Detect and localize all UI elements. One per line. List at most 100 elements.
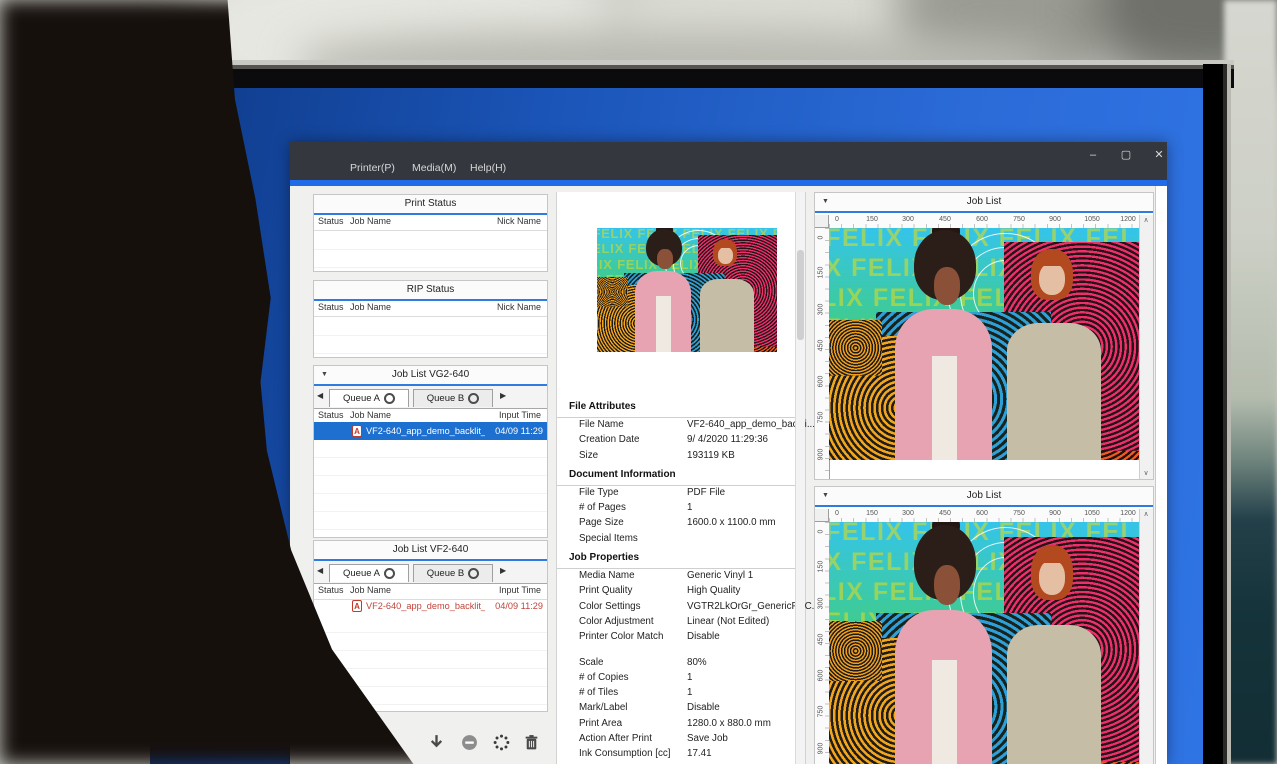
col-input-time: Input Time (499, 410, 541, 420)
col-input-time: Input Time (499, 585, 541, 595)
tab-queue-a-label: Queue A (343, 565, 380, 583)
menu-media[interactable]: Media(M) (412, 162, 456, 174)
window-scrollbar[interactable] (1155, 186, 1167, 764)
rip-status-title: RIP Status (314, 281, 547, 301)
detail-row: Page Size1600.0 x 1100.0 mm (557, 516, 795, 531)
detail-row: Print QualityHigh Quality (557, 584, 795, 599)
vertical-ruler: 0 150 300 450 600 750 900 (815, 228, 830, 479)
job-input-time: 04/09 11:29 (495, 597, 543, 615)
preview-panel-1: ▼ Job List 0 150 300 450 600 750 900 105… (814, 192, 1154, 480)
rip-application-window: Printer(P) Media(M) Help(H) – ▢ ✕ Print … (290, 142, 1167, 764)
detail-row: File NameVF2-640_app_demo_backli... (557, 418, 795, 433)
remove-icon[interactable] (461, 734, 478, 751)
col-nick-name: Nick Name (497, 216, 541, 226)
scrollbar-thumb[interactable] (797, 250, 804, 340)
job-list-vf2-title: Job List VF2-640 (314, 541, 547, 561)
tabs-next-arrow[interactable]: ▶ (500, 391, 506, 400)
preview-1-title: ▼ Job List (815, 193, 1153, 213)
col-job-name: Job Name (350, 302, 391, 312)
scroll-down-icon[interactable]: ∨ (1140, 468, 1152, 479)
job-list-vg2-panel: ▼ Job List VG2-640 ◀ Queue A Queue B ▶ (313, 365, 548, 538)
tabs-prev-arrow[interactable]: ◀ (317, 391, 323, 400)
minimize-button[interactable]: – (1085, 147, 1101, 163)
rip-status-list[interactable] (314, 318, 547, 357)
col-status: Status (318, 410, 344, 420)
tab-queue-a-label: Queue A (343, 390, 380, 408)
rip-status-panel: RIP Status Status Job Name Nick Name (313, 280, 548, 358)
preview-1-title-text: Job List (967, 196, 1001, 207)
queue-status-icon (384, 393, 395, 404)
processing-icon[interactable] (493, 734, 510, 751)
job-list-vg2-title-text: Job List VG2-640 (392, 369, 469, 380)
artwork-people (829, 228, 1142, 460)
preview-2-title: ▼ Job List (815, 487, 1153, 507)
trash-icon[interactable] (523, 734, 540, 751)
collapse-caret-icon[interactable]: ▼ (822, 487, 829, 505)
col-status: Status (318, 302, 344, 312)
col-job-name: Job Name (350, 585, 391, 595)
job-input-time: 04/09 11:29 (495, 422, 543, 440)
tabs-prev-arrow[interactable]: ◀ (317, 566, 323, 575)
window-content: Print Status Status Job Name Nick Name R… (290, 186, 1167, 764)
detail-row: Size193119 KB (557, 449, 795, 464)
detail-row: Action After PrintSave Job (557, 732, 795, 747)
section-file-attributes: File Attributes (557, 401, 795, 418)
detail-row: Scale80% (557, 656, 795, 671)
scroll-up-icon[interactable]: ∧ (1140, 215, 1152, 226)
detail-row: Print Area1280.0 x 880.0 mm (557, 717, 795, 732)
tab-queue-a[interactable]: Queue A (329, 564, 409, 582)
job-name: VF2-640_app_demo_backlit_dp... (366, 597, 485, 615)
monitor-top-bezel (142, 60, 1234, 88)
job-details-panel: FELIX FELIX FELIX FELIX FELIX FELIX FELI… (556, 192, 806, 764)
queue-status-icon (468, 393, 479, 404)
menu-help[interactable]: Help(H) (470, 162, 506, 174)
job-list-vf2-title-text: Job List VF2-640 (393, 544, 469, 555)
vf2-tabs: ◀ Queue A Queue B ▶ (314, 561, 547, 584)
tab-queue-a[interactable]: Queue A (329, 389, 409, 407)
rip-status-columns: Status Job Name Nick Name (314, 301, 547, 317)
job-preview-thumbnail[interactable]: FELIX FELIX FELIX FELIX FELIX FELIX FELI… (597, 228, 777, 352)
section-document-information: Document Information (557, 469, 795, 486)
print-job-artwork[interactable]: FELIX FELIX FELIX FELIX FELIX FELIX FELI… (829, 522, 1142, 764)
horizontal-ruler: 0 150 300 450 600 750 900 1050 1200 (829, 215, 1139, 229)
detail-row: # of Tiles1 (557, 686, 795, 701)
download-icon[interactable] (428, 734, 445, 751)
tab-queue-b[interactable]: Queue B (413, 389, 493, 407)
preview-2-scrollbar[interactable]: ∧ ∨ (1139, 509, 1153, 764)
details-scrollbar[interactable] (795, 192, 805, 764)
pdf-file-icon: A (352, 600, 362, 612)
preview-2-title-text: Job List (967, 490, 1001, 501)
detail-row: Ink Consumption [cc]17.41 (557, 747, 795, 762)
scroll-up-icon[interactable]: ∧ (1140, 509, 1152, 520)
detail-row: Color SettingsVGTR2LkOrGr_GenericPVC... (557, 600, 795, 615)
queue-status-icon (468, 568, 479, 579)
detail-row: Creation Date9/ 4/2020 11:29:36 (557, 433, 795, 448)
collapse-caret-icon[interactable]: ▼ (822, 193, 829, 211)
print-status-title: Print Status (314, 195, 547, 215)
monitor-right-bezel (1203, 64, 1231, 764)
collapse-caret-icon[interactable]: ▼ (321, 366, 328, 384)
close-button[interactable]: ✕ (1151, 147, 1167, 163)
print-job-artwork[interactable]: FELIX FELIX FELIX FELIX FELIX FELIX FELI… (829, 228, 1142, 460)
preview-1-scrollbar[interactable]: ∧ ∨ (1139, 215, 1153, 479)
col-job-name: Job Name (350, 216, 391, 226)
queue-status-icon (384, 568, 395, 579)
tabs-next-arrow[interactable]: ▶ (500, 566, 506, 575)
detail-row: Media NameGeneric Vinyl 1 (557, 569, 795, 584)
vg2-empty-rows[interactable] (314, 440, 547, 537)
col-nick-name: Nick Name (497, 302, 541, 312)
vg2-tabs: ◀ Queue A Queue B ▶ (314, 386, 547, 409)
print-status-list[interactable] (314, 232, 547, 271)
col-status: Status (318, 216, 344, 226)
job-row[interactable]: A VF2-640_app_demo_backlit_dp... 04/09 1… (314, 597, 547, 615)
ruler-corner (815, 509, 829, 522)
tab-queue-b-label: Queue B (427, 390, 465, 408)
tab-queue-b-label: Queue B (427, 565, 465, 583)
artwork-people (829, 522, 1142, 764)
col-job-name: Job Name (350, 410, 391, 420)
horizontal-ruler: 0 150 300 450 600 750 900 1050 1200 (829, 509, 1139, 523)
maximize-button[interactable]: ▢ (1118, 147, 1134, 163)
job-row-selected[interactable]: A VF2-640_app_demo_backlit_dp... 04/09 1… (314, 422, 547, 440)
menu-printer[interactable]: Printer(P) (350, 162, 395, 174)
tab-queue-b[interactable]: Queue B (413, 564, 493, 582)
